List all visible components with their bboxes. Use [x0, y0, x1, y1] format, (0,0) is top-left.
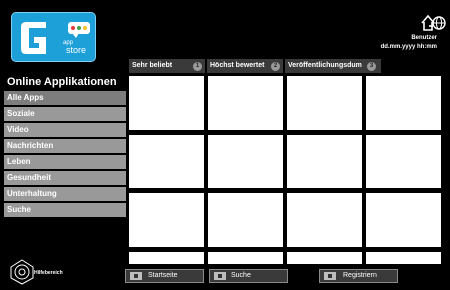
logo-store-text: store: [66, 45, 87, 55]
app-tile[interactable]: [129, 193, 204, 247]
app-store-logo: app store: [11, 12, 96, 62]
app-tile[interactable]: [287, 76, 362, 130]
tab-number-badge: 1: [193, 62, 202, 71]
sidebar-item-label: Nachrichten: [7, 141, 54, 150]
app-tile[interactable]: [366, 252, 441, 264]
sidebar-item-unterhaltung[interactable]: Unterhaltung: [4, 187, 126, 201]
app-tile[interactable]: [287, 135, 362, 188]
remote-key-icon: [214, 272, 226, 280]
app-tile[interactable]: [208, 135, 283, 188]
tab-veroeffentlichungsdatum[interactable]: Veröffentlichungsdum 3: [285, 59, 381, 73]
app-store-screen: app store Benutzer dd.mm.yyyy hh:mm Sehr…: [0, 0, 450, 290]
search-label: Suche: [231, 272, 251, 279]
tab-number-badge: 3: [367, 62, 376, 71]
app-tile[interactable]: [208, 193, 283, 247]
app-tile[interactable]: [129, 76, 204, 130]
category-sidebar: Alle Apps Soziale Video Nachrichten Lebe…: [4, 91, 126, 219]
sidebar-item-alle-apps[interactable]: Alle Apps: [4, 91, 126, 105]
remote-key-icon: [324, 272, 336, 280]
sidebar-title: Online Applikationen: [7, 76, 117, 88]
app-tile[interactable]: [366, 76, 441, 130]
app-tile[interactable]: [287, 252, 362, 264]
sidebar-item-gesundheit[interactable]: Gesundheit: [4, 171, 126, 185]
register-label: Registriern: [343, 272, 377, 279]
sidebar-item-label: Suche: [7, 205, 32, 214]
app-tile-grid: [129, 76, 441, 264]
chat-bubble-icon: [68, 22, 90, 38]
app-tile[interactable]: [208, 252, 283, 264]
tab-label: Höchst bewertet: [210, 62, 265, 69]
sidebar-item-label: Gesundheit: [7, 173, 52, 182]
sidebar-item-label: Soziale: [7, 109, 35, 118]
app-tile[interactable]: [366, 193, 441, 247]
sidebar-item-suche[interactable]: Suche: [4, 203, 126, 217]
help-label: Hilfebereich: [34, 270, 63, 276]
app-tile[interactable]: [366, 135, 441, 188]
startseite-button[interactable]: Startseite: [125, 269, 204, 283]
home-globe-icon[interactable]: [420, 12, 446, 34]
app-tile[interactable]: [129, 252, 204, 264]
sidebar-item-nachrichten[interactable]: Nachrichten: [4, 139, 126, 153]
sidebar-item-label: Leben: [7, 157, 31, 166]
user-label: Benutzer: [411, 35, 437, 41]
dpad-help-icon[interactable]: [10, 259, 34, 285]
app-tile[interactable]: [287, 193, 362, 247]
sidebar-item-label: Video: [7, 125, 29, 134]
sidebar-item-soziale[interactable]: Soziale: [4, 107, 126, 121]
sidebar-item-video[interactable]: Video: [4, 123, 126, 137]
tab-label: Veröffentlichungsdum: [288, 62, 362, 69]
register-button[interactable]: Registriern: [319, 269, 398, 283]
sidebar-item-label: Alle Apps: [7, 93, 44, 102]
tab-hoechst-bewertet[interactable]: Höchst bewertet 2: [207, 59, 283, 73]
tab-number-badge: 2: [271, 62, 280, 71]
remote-key-icon: [130, 272, 142, 280]
g-logo-icon: [21, 22, 46, 54]
sidebar-item-leben[interactable]: Leben: [4, 155, 126, 169]
sidebar-item-label: Unterhaltung: [7, 189, 57, 198]
tab-label: Sehr beliebt: [132, 62, 173, 69]
search-button[interactable]: Suche: [209, 269, 288, 283]
app-tile[interactable]: [208, 76, 283, 130]
app-tile[interactable]: [129, 135, 204, 188]
tab-sehr-beliebt[interactable]: Sehr beliebt 1: [129, 59, 205, 73]
datetime-text: dd.mm.yyyy hh:mm: [380, 44, 437, 50]
startseite-label: Startseite: [148, 272, 178, 279]
